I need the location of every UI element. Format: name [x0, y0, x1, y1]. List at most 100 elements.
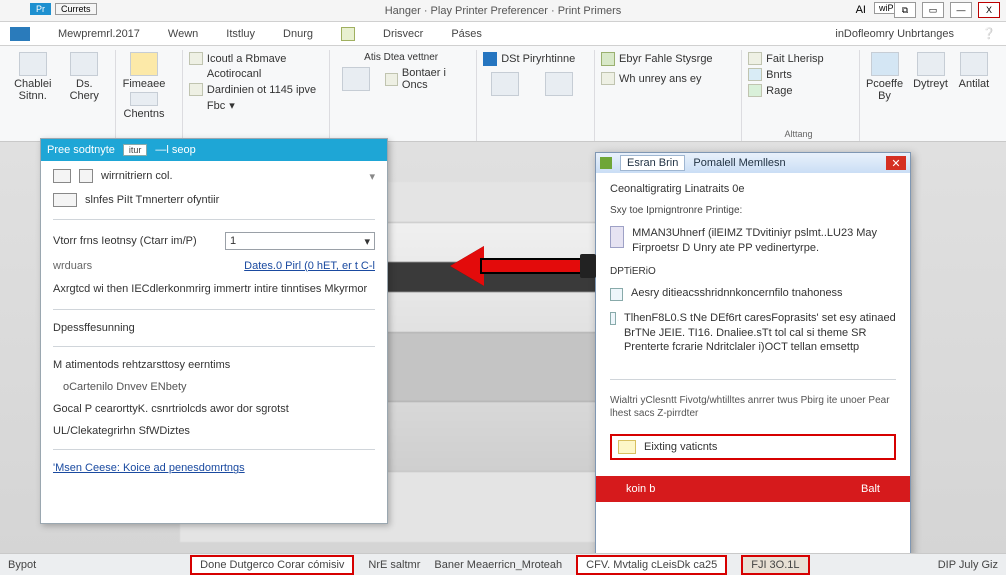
panel-row-9[interactable]: Gocal P cearorttyK. csnrtriolcds awor do…: [53, 403, 375, 415]
config-dialog: Esran Brin Pomalell Memllesn ✕ Ceonaltig…: [595, 152, 911, 556]
tab-icon: [341, 27, 355, 41]
ribbon-item-g6b-label: Bnrts: [766, 69, 792, 81]
help-icon[interactable]: ❔: [982, 27, 996, 41]
panel-row-2-label: slnfes PiIt Tmnerterr ofyntiir: [85, 194, 219, 206]
panel-row-1[interactable]: wirrnitriern col.▾: [53, 169, 375, 183]
tab-3[interactable]: Mewpremrl.2017: [58, 28, 140, 40]
status-2-highlight[interactable]: Done Dutgerco Corar cómisiv: [190, 555, 354, 575]
ribbon-item-g5[interactable]: Wh unrey ans ey: [601, 72, 731, 85]
ribbon-btn-g4a[interactable]: [483, 72, 527, 96]
ribbon-item-g3[interactable]: Bontaer i Oncs: [385, 67, 466, 91]
panel-row-2[interactable]: slnfes PiIt Tmnerterr ofyntiir: [53, 193, 375, 207]
ribbon-btn-g7c[interactable]: Antilat: [958, 52, 990, 90]
dialog-subheading: Sxy toe Iprnigntronre Printige:: [610, 205, 896, 216]
ai-indicator: AI: [856, 4, 866, 16]
panel-hdr-seg[interactable]: itur: [123, 144, 148, 156]
window-tool-icon[interactable]: ⧉: [894, 2, 916, 18]
dialog-btn-2[interactable]: Balt: [861, 483, 880, 495]
dialog-para-1: MMAN3Uhnerf (ilEIMZ TDvitiniyr pslmt..LU…: [610, 226, 896, 256]
dates-link[interactable]: Dates.0 Pirl (0 hET, er t C-l: [244, 260, 375, 272]
qat-badge[interactable]: Pr: [30, 3, 51, 15]
ribbon-btn-1-label: Chablei Sitnn.: [12, 78, 54, 102]
status-bar: Bypot Done Dutgerco Corar cómisiv NrE sa…: [0, 553, 1006, 575]
ribbon-btn-g3a[interactable]: [336, 67, 375, 91]
ribbon-btn-4-label: Chentns: [124, 108, 165, 120]
list-icon: [748, 52, 762, 65]
ribbon-btn-4[interactable]: Chentns: [122, 92, 166, 120]
share-icon: [601, 52, 615, 66]
tab-8[interactable]: Páses: [451, 28, 482, 40]
ribbon-item-d[interactable]: Fbc▾: [189, 99, 319, 112]
ribbon-btn-g4b[interactable]: [537, 72, 581, 96]
dialog-heading: Ceonaltigratirg Linatraits 0e: [610, 183, 896, 195]
list-icon: [189, 52, 203, 65]
dialog-section-h: DPTiERiO: [610, 266, 896, 277]
dialog-question: Wialtri yClesntt Fivotg/whtilltes anrrer…: [610, 394, 896, 420]
settings-panel-header[interactable]: Pree sodtnyte itur —l seop: [41, 139, 387, 161]
info-icon: [610, 312, 616, 325]
panel-row-8[interactable]: oCartenilo Dnvev ENbety: [53, 381, 375, 393]
ribbon-item-g6c-label: Rage: [766, 85, 792, 97]
folder-icon: [618, 440, 636, 454]
dialog-para-2a-text: Aesry ditieacsshridnnkoncernfilo tnahone…: [631, 287, 843, 299]
tab-5[interactable]: Itstluy: [226, 28, 255, 40]
ribbon-btn-3[interactable]: Fimeaee: [122, 52, 166, 90]
titlebar: Pr Currets Hanger · Play Printer Prefere…: [0, 0, 1006, 22]
list-icon: [601, 72, 615, 85]
tab-6[interactable]: Dnurg: [283, 28, 313, 40]
tab-4[interactable]: Wewn: [168, 28, 198, 40]
ribbon-btn-1[interactable]: Chablei Sitnn.: [12, 52, 54, 102]
list-icon: [748, 84, 762, 97]
file-input-highlight[interactable]: Eixting vaticnts: [610, 434, 896, 460]
copies-combo[interactable]: 1▾: [225, 232, 375, 250]
ribbon-btn-g7a[interactable]: Pcoeffe By: [866, 52, 903, 102]
ribbon-tabs: File Our Mewpremrl.2017 Wewn Itstluy Dnu…: [0, 22, 1006, 46]
file-input-text: Eixting vaticnts: [644, 441, 717, 453]
tab-9[interactable]: inDofleomry Unbrtanges: [835, 28, 954, 40]
ribbon-btn-g7b[interactable]: Dytreyt: [913, 52, 948, 90]
ribbon-item-g6c[interactable]: Rage: [748, 84, 849, 97]
chevron-down-icon[interactable]: ▾: [229, 99, 235, 112]
ribbon-item-b[interactable]: Acotirocanl: [189, 68, 319, 80]
panel-row-5: Axrgtcd wi then IECdlerkonmrirg immertr …: [53, 282, 375, 297]
ribbon-item-g5-label: Wh unrey ans ey: [619, 73, 702, 85]
window-icon: [53, 169, 71, 183]
status-1: Bypot: [8, 559, 36, 571]
panel-row-3-label: Vtorr frns Ieotnsy (Ctarr im/P): [53, 235, 197, 247]
chevron-down-icon[interactable]: ▾: [369, 170, 375, 183]
dialog-close-icon[interactable]: ✕: [886, 156, 906, 170]
group3-header: Atis Dtea vettner: [336, 52, 466, 63]
panel-row-10[interactable]: UL/Clekategrirhn SfWDiztes: [53, 425, 375, 437]
ribbon-btn-g7c-label: Antilat: [959, 78, 990, 90]
file-tab-icon[interactable]: [10, 27, 30, 41]
ribbon-btn-2[interactable]: Ds. Chery: [64, 52, 106, 102]
dialog-btn-1[interactable]: koin b: [626, 483, 655, 495]
close-button[interactable]: X: [978, 2, 1000, 18]
info-icon: [610, 288, 623, 301]
status-8-highlight[interactable]: FJI 3O.1L: [741, 555, 809, 575]
list-icon: [189, 83, 203, 96]
minimize-button[interactable]: —: [950, 2, 972, 18]
ribbon-item-a[interactable]: Icoutl a Rbmave: [189, 52, 319, 65]
panel-footer-link[interactable]: 'Msen Ceese: Koice ad penesdomrtngs: [53, 462, 245, 474]
ribbon-item-g6b[interactable]: Bnrts: [748, 68, 849, 81]
dialog-titlebar[interactable]: Esran Brin Pomalell Memllesn ✕: [596, 153, 910, 173]
dialog-para-1-text: MMAN3Uhnerf (ilEIMZ TDvitiniyr pslmt..LU…: [632, 226, 896, 256]
ribbon-item-c[interactable]: Dardinien ot 1145 ipve: [189, 83, 319, 96]
panel-row-6[interactable]: Dpessffesunning: [53, 322, 375, 334]
window-tool2-icon[interactable]: ▭: [922, 2, 944, 18]
ribbon-item-g6a[interactable]: Fait Lherisp: [748, 52, 849, 65]
tab-7[interactable]: Drisvecr: [383, 28, 423, 40]
pdf-icon: [483, 52, 497, 66]
panel-hdr-a: Pree sodtnyte: [47, 144, 115, 156]
dialog-tab-1[interactable]: Esran Brin: [620, 155, 685, 171]
doc-icon: [385, 73, 398, 86]
qat-button[interactable]: Currets: [55, 3, 97, 15]
panel-row-7[interactable]: M atimentods rehtzarsttosy eerntims: [53, 359, 375, 371]
callout-arrow: [450, 246, 590, 286]
driver-icon: [610, 226, 624, 248]
dialog-tab-2[interactable]: Pomalell Memllesn: [693, 157, 785, 169]
group5-header: Ebyr Fahle Stysrge: [601, 52, 731, 66]
status-7-highlight[interactable]: CFV. Mvtalig cLeisDk ca25: [576, 555, 727, 575]
chevron-down-icon[interactable]: ▾: [364, 235, 370, 248]
